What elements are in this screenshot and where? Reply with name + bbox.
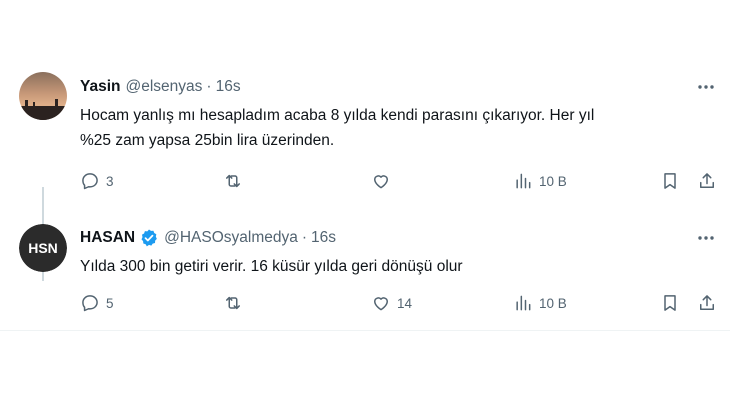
like-button[interactable] bbox=[371, 170, 391, 192]
verified-badge-icon bbox=[139, 228, 159, 248]
like-count: 14 bbox=[397, 295, 413, 311]
sunset-photo-avatar bbox=[19, 72, 67, 120]
user-handle[interactable]: @elsenyas bbox=[126, 78, 203, 96]
heart-icon bbox=[374, 297, 388, 311]
tweet-text-line: Hocam yanlış mı hesapladım acaba 8 yılda… bbox=[80, 107, 595, 124]
timestamp[interactable]: 16s bbox=[311, 229, 336, 247]
avatar-logo-text: HSN bbox=[28, 240, 58, 256]
reply-icon bbox=[82, 295, 98, 312]
separator-dot: · bbox=[206, 78, 212, 95]
share-button[interactable] bbox=[697, 292, 717, 314]
share-button[interactable] bbox=[697, 170, 717, 192]
view-count: 10 B bbox=[539, 295, 567, 311]
like-button[interactable]: 14 bbox=[371, 292, 412, 314]
reply-count: 5 bbox=[106, 295, 114, 311]
action-bar: 3 10 B bbox=[80, 170, 720, 192]
display-name[interactable]: Yasin bbox=[80, 78, 121, 96]
avatar-yasin[interactable] bbox=[19, 72, 67, 120]
view-count: 10 B bbox=[539, 173, 567, 189]
reply-button[interactable]: 3 bbox=[80, 170, 114, 192]
views-button[interactable]: 10 B bbox=[513, 170, 567, 192]
retweet-button[interactable] bbox=[223, 292, 243, 314]
tweet-header: HASAN @HASOsyalmedya · 16s bbox=[80, 228, 336, 248]
reply-button[interactable]: 5 bbox=[80, 292, 114, 314]
tweet-hasan[interactable]: HSN HASAN @HASOsyalmedya · 16s Yılda 300… bbox=[0, 218, 730, 330]
separator-dot: · bbox=[301, 229, 308, 246]
views-button[interactable]: 10 B bbox=[513, 292, 567, 314]
share-icon bbox=[700, 173, 714, 188]
reply-count: 3 bbox=[106, 173, 114, 189]
bookmark-button[interactable] bbox=[660, 170, 680, 192]
bookmark-icon bbox=[664, 295, 676, 311]
tweet-text-line: %25 zam yapsa 25bin lira üzerinden. bbox=[80, 132, 335, 149]
timestamp[interactable]: 16s bbox=[216, 78, 241, 96]
tweet-text: Hocam yanlış mı hesapladım acaba 8 yılda… bbox=[80, 103, 720, 153]
action-bar: 5 14 10 B bbox=[80, 292, 720, 314]
share-icon bbox=[700, 295, 714, 310]
tweet-header: Yasin @elsenyas · 16s bbox=[80, 77, 241, 97]
bookmark-button[interactable] bbox=[660, 292, 680, 314]
analytics-icon bbox=[516, 295, 531, 311]
tweet-yasin[interactable]: Yasin @elsenyas · 16s Hocam yanlış mı he… bbox=[0, 62, 730, 281]
tweet-text: Yılda 300 bin getiri verir. 16 küsür yıl… bbox=[80, 254, 720, 279]
tweet-divider bbox=[0, 330, 730, 331]
tweet-text-line: Yılda 300 bin getiri verir. 16 küsür yıl… bbox=[80, 258, 463, 275]
more-options-icon[interactable] bbox=[694, 77, 718, 97]
more-options-icon[interactable] bbox=[694, 228, 718, 248]
user-handle[interactable]: @HASOsyalmedya bbox=[164, 229, 298, 247]
retweet-icon bbox=[226, 174, 240, 188]
reply-icon bbox=[82, 173, 98, 190]
bookmark-icon bbox=[664, 173, 676, 189]
display-name[interactable]: HASAN bbox=[80, 229, 135, 247]
avatar-hasan[interactable]: HSN bbox=[19, 224, 67, 272]
heart-icon bbox=[374, 175, 388, 189]
retweet-icon bbox=[226, 296, 240, 310]
analytics-icon bbox=[516, 173, 531, 189]
retweet-button[interactable] bbox=[223, 170, 243, 192]
hsn-logo-avatar: HSN bbox=[19, 224, 67, 272]
